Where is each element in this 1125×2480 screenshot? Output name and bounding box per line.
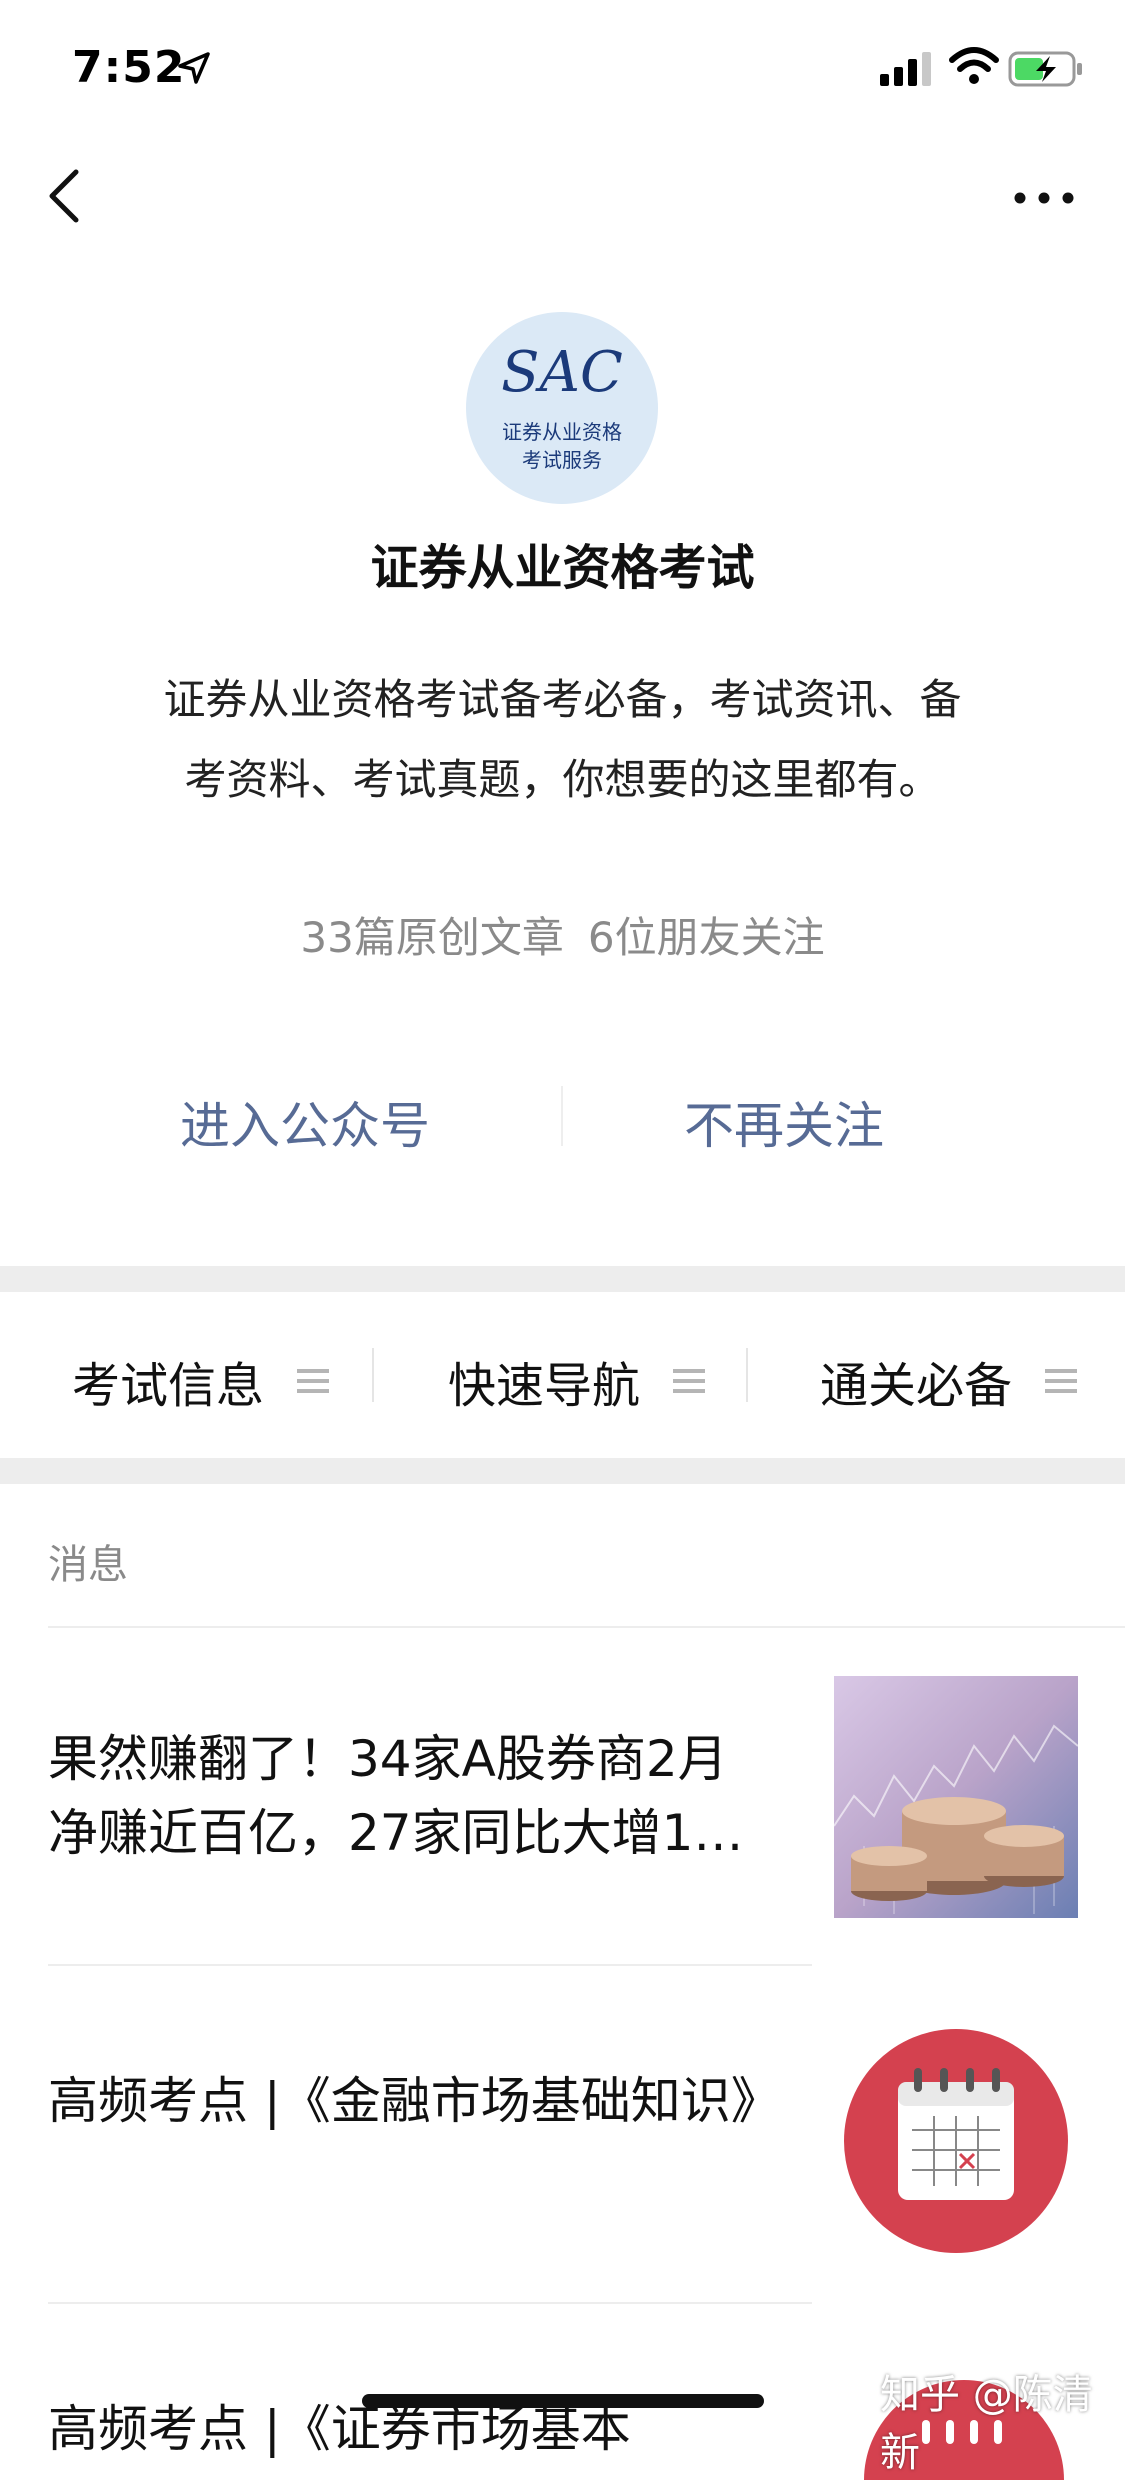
coins-chart-image[interactable] [834,1676,1078,1918]
messages-section-title: 消息 [48,1542,128,1588]
menu-label: 考试信息 [72,1358,265,1414]
account-avatar: SAC 证券从业资格 考试服务 [466,312,658,504]
message-title[interactable]: 果然赚翻了！34家A股券商2月净赚近百亿，27家同比大增1… [48,1722,768,1870]
account-stats: 33篇原创文章 6位朋友关注 [0,904,1125,965]
account-description: 证券从业资格考试备考必备，考试资讯、备考资料、考试真题，你想要的这里都有。 [163,675,962,804]
status-time: 7:52 [72,42,186,93]
section-divider [0,1458,1125,1484]
home-indicator[interactable] [362,2394,764,2408]
menu-quick-nav[interactable]: 快速导航 [448,1346,706,1416]
divider [48,1964,812,1966]
menu-lines-icon [297,1369,330,1393]
articles-count: 33篇原创文章 [300,913,564,962]
menu-separator [746,1348,748,1402]
account-name: 证券从业资格考试 [370,540,755,596]
friends-count: 6位朋友关注 [587,913,825,962]
menu-pass-essentials[interactable]: 通关必备 [820,1346,1078,1416]
location-arrow-icon [178,52,210,84]
watermark: 知乎 @陈清新 [880,2372,1093,2476]
enter-account-button[interactable]: 进入公众号 [180,1086,430,1158]
wifi-icon [949,47,999,84]
menu-lines-icon [673,1369,706,1393]
back-button[interactable] [40,160,88,232]
divider [48,2302,812,2304]
menu-exam-info[interactable]: 考试信息 [72,1346,330,1416]
menu-lines-icon [1045,1369,1078,1393]
divider [48,1626,1125,1628]
action-divider [561,1086,563,1146]
battery-charging-icon [1008,51,1082,87]
menu-label: 通关必备 [820,1358,1013,1414]
more-options-button[interactable] [1008,178,1080,218]
section-divider [0,1266,1125,1292]
unfollow-button[interactable]: 不再关注 [684,1086,884,1158]
avatar-line1: 证券从业资格 [502,420,622,444]
menu-separator [372,1348,374,1402]
avatar-logo-text: SAC [501,340,623,405]
calendar-icon[interactable] [832,2020,1080,2262]
cellular-signal-icon [880,52,931,86]
avatar-line2: 考试服务 [522,448,602,472]
message-title[interactable]: 高频考点 |《金融市场基础知识》 [48,2064,781,2138]
menu-label: 快速导航 [448,1358,641,1414]
